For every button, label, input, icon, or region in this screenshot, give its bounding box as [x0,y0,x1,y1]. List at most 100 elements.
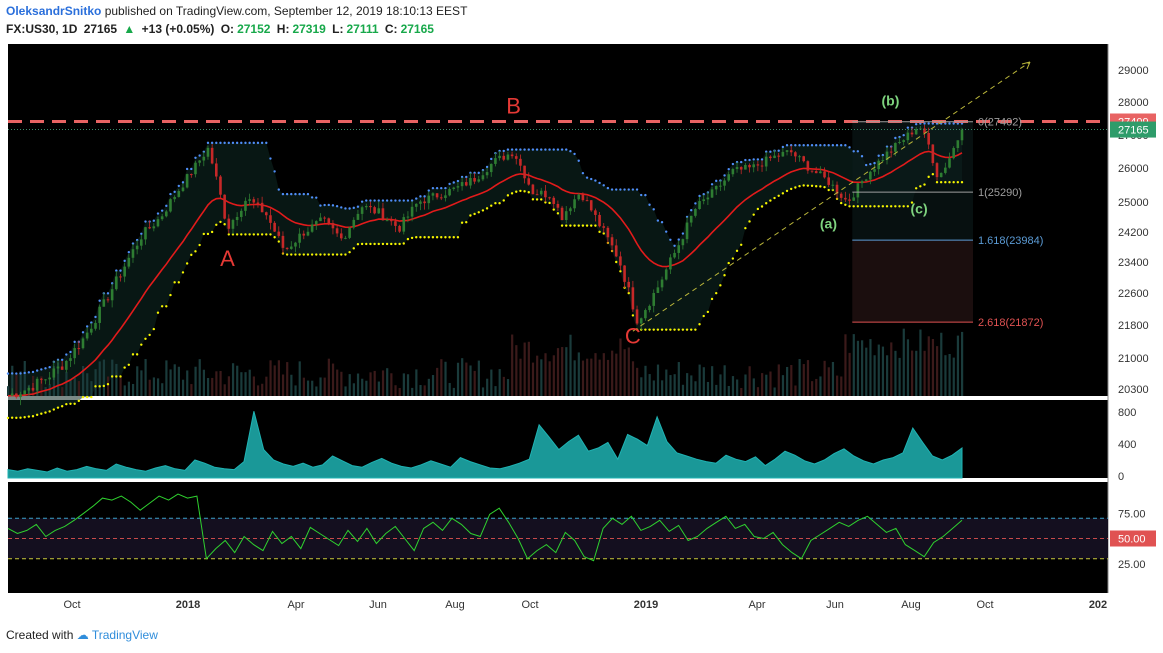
lower-band-point [748,220,751,223]
volume-bar [656,364,660,396]
upper-band-point [548,148,551,151]
volume-bar [498,369,501,396]
volume-bar [919,329,922,396]
volume-bar [798,359,801,396]
volume-bar [844,334,847,396]
lower-band-point [515,190,518,193]
candle-body [364,206,368,208]
candle-body [460,182,464,187]
candle-body [239,210,243,217]
volume-bar [702,367,705,396]
candle-body [285,247,289,249]
price-axis-tick: 24200 [1118,227,1149,239]
wave-label: A [220,246,235,271]
lower-band-point [294,253,297,256]
lower-band-point [527,191,530,194]
volume-bar [886,355,889,396]
volume-bar [206,377,210,396]
volume-bar [694,381,697,396]
tradingview-logo-icon[interactable]: ☁ [77,628,89,642]
chart-canvas[interactable]: 0(27402) 1(25290) 1.618(23984) 2.618(21872)… [0,0,1163,653]
candle-body [902,140,905,142]
volume-bar [261,383,264,396]
upper-band-point [515,148,518,151]
candle-body [610,237,614,246]
volume-bar [815,378,818,396]
candle-body [202,156,206,161]
volume-bar [148,379,151,396]
candle-body [414,203,418,207]
candle-body [939,172,943,178]
volume-bar [873,355,876,396]
volume-bar [90,381,93,396]
candle-body [931,144,935,164]
candle-body [52,368,56,378]
candle-body [798,156,801,158]
candle-body [652,292,656,306]
volume-bar [202,369,205,396]
lower-band-point [927,175,930,179]
volume-bar [923,350,926,396]
volume-bar [181,379,185,396]
upper-band-point [406,199,410,202]
upper-band-point [381,199,385,202]
rsi-axis-tick: 50.00 [1118,534,1146,546]
candle-body [764,156,768,167]
upper-band-point [244,141,247,145]
upper-band-point [323,203,326,207]
upper-band-point [827,144,830,147]
volume-bar [356,373,360,396]
candle-body [277,231,281,236]
candle-body [281,235,285,248]
volume-bar [94,369,97,396]
candle-body [481,175,485,180]
lower-band-point [156,311,160,314]
upper-band-point [914,122,918,126]
volume-bar [565,347,568,396]
volume-bar [544,353,547,396]
upper-band-point [340,206,343,209]
candle-body [427,195,431,204]
upper-band-point [560,148,564,151]
lower-band-point [931,173,935,176]
volume-bar [361,378,364,396]
candle-body [527,178,531,185]
upper-band-point [294,192,297,196]
candle-body [556,203,560,208]
lower-band-point [415,236,418,239]
upper-band-point [606,186,610,190]
wave-label: (b) [882,92,900,108]
candle-body [910,132,914,135]
upper-band-point [802,144,805,147]
candle-body [685,222,689,240]
price-axis-tick: 26000 [1118,163,1149,175]
lower-band-point [460,221,464,224]
lower-band-point [90,395,93,399]
candle-body [227,218,231,229]
candle-body [402,217,406,232]
upper-band-point [273,170,276,173]
volume-bar [619,338,622,396]
candle-body [806,161,810,171]
candle-body [264,212,268,216]
lower-band-point [723,274,726,277]
lower-band-point [402,242,405,245]
upper-band-point [777,149,780,152]
lower-band-point [273,236,276,239]
volume-bar [586,358,589,396]
volume-bar [640,377,643,396]
volume-bar [740,387,743,396]
time-axis-label: Jun [826,599,844,611]
lower-band-point [690,328,693,331]
volume-bar [748,366,751,396]
volume-bar [165,360,168,396]
volume-bar [773,387,776,396]
lower-band-point [252,233,255,236]
candle-body [298,233,301,243]
lower-band-point [510,192,514,195]
upper-band-point [506,148,510,151]
volume-bar [427,378,430,396]
tradingview-brand[interactable]: TradingView [92,628,158,642]
volume-bar [827,367,830,396]
lower-band-point [440,236,443,239]
